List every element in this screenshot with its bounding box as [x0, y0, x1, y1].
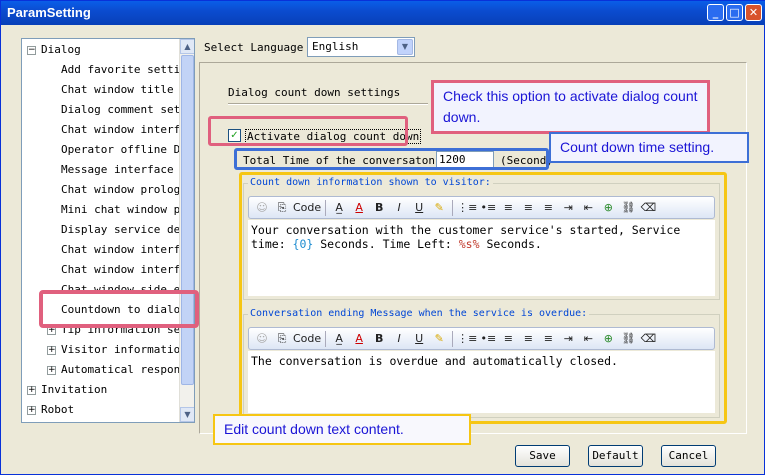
tree-item[interactable]: Chat window interfac: [61, 240, 193, 260]
font-size-icon[interactable]: A̲: [330, 329, 348, 348]
ordered-list-icon[interactable]: ⋮≡: [457, 198, 477, 217]
editor-toolbar: ☺ ⎘ Code A̲ A B I U ✎ ⋮≡ •≡ ≡ ≡ ≡ ⇥ ⇤ ⊕ …: [248, 196, 715, 219]
total-time-label: Total Time of the conversaton:: [243, 154, 442, 167]
scroll-up-icon[interactable]: ▲: [180, 39, 194, 54]
callout-activate: Check this option to activate dialog cou…: [431, 80, 710, 134]
tree-item-tip[interactable]: + Tip information sett: [47, 320, 193, 340]
tree-item[interactable]: Chat window side edg: [61, 280, 193, 300]
collapse-icon[interactable]: −: [27, 45, 36, 55]
align-center-icon[interactable]: ≡: [519, 198, 537, 217]
align-left-icon[interactable]: ≡: [499, 329, 517, 348]
seconds-unit: (Second): [500, 154, 553, 167]
highlight-icon[interactable]: ✎: [430, 198, 448, 217]
code-button[interactable]: Code: [293, 198, 321, 217]
tree-item[interactable]: Display service deps: [61, 220, 193, 240]
chevron-down-icon[interactable]: ▼: [397, 39, 413, 55]
total-time-input[interactable]: 1200: [436, 151, 494, 169]
tree-item[interactable]: Chat window interfac: [61, 260, 193, 280]
eraser-icon[interactable]: ⌫: [639, 329, 657, 348]
tree-item[interactable]: Operator offline Dis: [61, 140, 193, 160]
countdown-info-editor[interactable]: Your conversation with the customer serv…: [248, 220, 715, 296]
scroll-down-icon[interactable]: ▼: [180, 407, 194, 422]
close-button[interactable]: ✕: [745, 4, 762, 21]
align-right-icon[interactable]: ≡: [539, 198, 557, 217]
settings-tree[interactable]: − Dialog Add favorite setting Chat window…: [21, 38, 195, 423]
expand-icon[interactable]: +: [27, 405, 36, 415]
ordered-list-icon[interactable]: ⋮≡: [457, 329, 477, 348]
language-select[interactable]: English ▼: [307, 37, 415, 57]
editor-toolbar: ☺ ⎘ Code A̲ A B I U ✎ ⋮≡ •≡ ≡ ≡ ≡ ⇥ ⇤ ⊕ …: [248, 327, 715, 350]
ending-message-legend: Conversation ending Message when the ser…: [248, 308, 590, 319]
title-bar: ParamSetting _ □ ✕: [1, 1, 765, 25]
italic-icon[interactable]: I: [390, 198, 408, 217]
outdent-icon[interactable]: ⇤: [579, 329, 597, 348]
tree-scrollbar[interactable]: ▲ ▼: [179, 39, 194, 422]
bold-icon[interactable]: B: [370, 329, 388, 348]
tree-item[interactable]: Message interface se: [61, 160, 193, 180]
outdent-icon[interactable]: ⇤: [579, 198, 597, 217]
eraser-icon[interactable]: ⌫: [639, 198, 657, 217]
default-button[interactable]: Default: [588, 445, 643, 467]
save-button[interactable]: Save: [515, 445, 570, 467]
expand-icon[interactable]: +: [47, 325, 56, 335]
emoticon-icon[interactable]: ☺: [253, 329, 271, 348]
countdown-info-legend: Count down information shown to visitor:: [248, 177, 493, 188]
tree-item[interactable]: Mini chat window pro: [61, 200, 193, 220]
scroll-thumb[interactable]: [181, 55, 194, 385]
tree-item-countdown[interactable]: Countdown to dialog: [61, 300, 187, 320]
bold-icon[interactable]: B: [370, 198, 388, 217]
link-icon[interactable]: ⊕: [599, 198, 617, 217]
tree-item[interactable]: Dialog comment setti: [61, 100, 193, 120]
activate-checkbox[interactable]: ✓: [228, 129, 241, 142]
tree-item[interactable]: Add favorite setting: [61, 60, 193, 80]
minimize-button[interactable]: _: [707, 4, 724, 21]
tree-item[interactable]: Chat window interfac: [61, 120, 193, 140]
tree-item-robot[interactable]: + Robot: [27, 400, 74, 420]
font-color-icon[interactable]: A: [350, 198, 368, 217]
indent-icon[interactable]: ⇥: [559, 198, 577, 217]
font-color-icon[interactable]: A: [350, 329, 368, 348]
unordered-list-icon[interactable]: •≡: [479, 198, 497, 217]
italic-icon[interactable]: I: [390, 329, 408, 348]
tree-item-visitor[interactable]: + Visitor information: [47, 340, 187, 360]
countdown-info-group: Count down information shown to visitor:…: [243, 177, 720, 300]
align-right-icon[interactable]: ≡: [539, 329, 557, 348]
align-center-icon[interactable]: ≡: [519, 329, 537, 348]
tree-item-dialog[interactable]: − Dialog: [27, 40, 81, 60]
unlink-icon[interactable]: ⛓: [619, 329, 637, 348]
ending-message-editor[interactable]: The conversation is overdue and automati…: [248, 351, 715, 413]
expand-icon[interactable]: +: [47, 365, 56, 375]
divider: [228, 103, 428, 105]
section-title: Dialog count down settings: [228, 86, 401, 99]
callout-edit: Edit count down text content.: [213, 414, 471, 445]
expand-icon[interactable]: +: [47, 345, 56, 355]
callout-time: Count down time setting.: [549, 132, 749, 163]
underline-icon[interactable]: U: [410, 329, 428, 348]
tree-item-auto[interactable]: + Automatical response: [47, 360, 193, 380]
language-label: Select Language: [204, 41, 304, 54]
tree-item[interactable]: Chat window title se: [61, 80, 193, 100]
maximize-button[interactable]: □: [726, 4, 743, 21]
font-size-icon[interactable]: A̲: [330, 198, 348, 217]
indent-icon[interactable]: ⇥: [559, 329, 577, 348]
tree-item-invitation[interactable]: + Invitation: [27, 380, 107, 400]
cancel-button[interactable]: Cancel: [661, 445, 716, 467]
unlink-icon[interactable]: ⛓: [619, 198, 637, 217]
emoticon-icon[interactable]: ☺: [253, 198, 271, 217]
underline-icon[interactable]: U: [410, 198, 428, 217]
align-left-icon[interactable]: ≡: [499, 198, 517, 217]
ending-message-group: Conversation ending Message when the ser…: [243, 308, 720, 418]
expand-icon[interactable]: +: [27, 385, 36, 395]
code-button[interactable]: Code: [293, 329, 321, 348]
highlight-icon[interactable]: ✎: [430, 329, 448, 348]
unordered-list-icon[interactable]: •≡: [479, 329, 497, 348]
link-icon[interactable]: ⊕: [599, 329, 617, 348]
activate-label[interactable]: Activate dialog count down: [245, 129, 422, 144]
window-title: ParamSetting: [7, 5, 91, 20]
source-icon[interactable]: ⎘: [273, 198, 291, 217]
source-icon[interactable]: ⎘: [273, 329, 291, 348]
tree-item[interactable]: Chat window prologue: [61, 180, 193, 200]
